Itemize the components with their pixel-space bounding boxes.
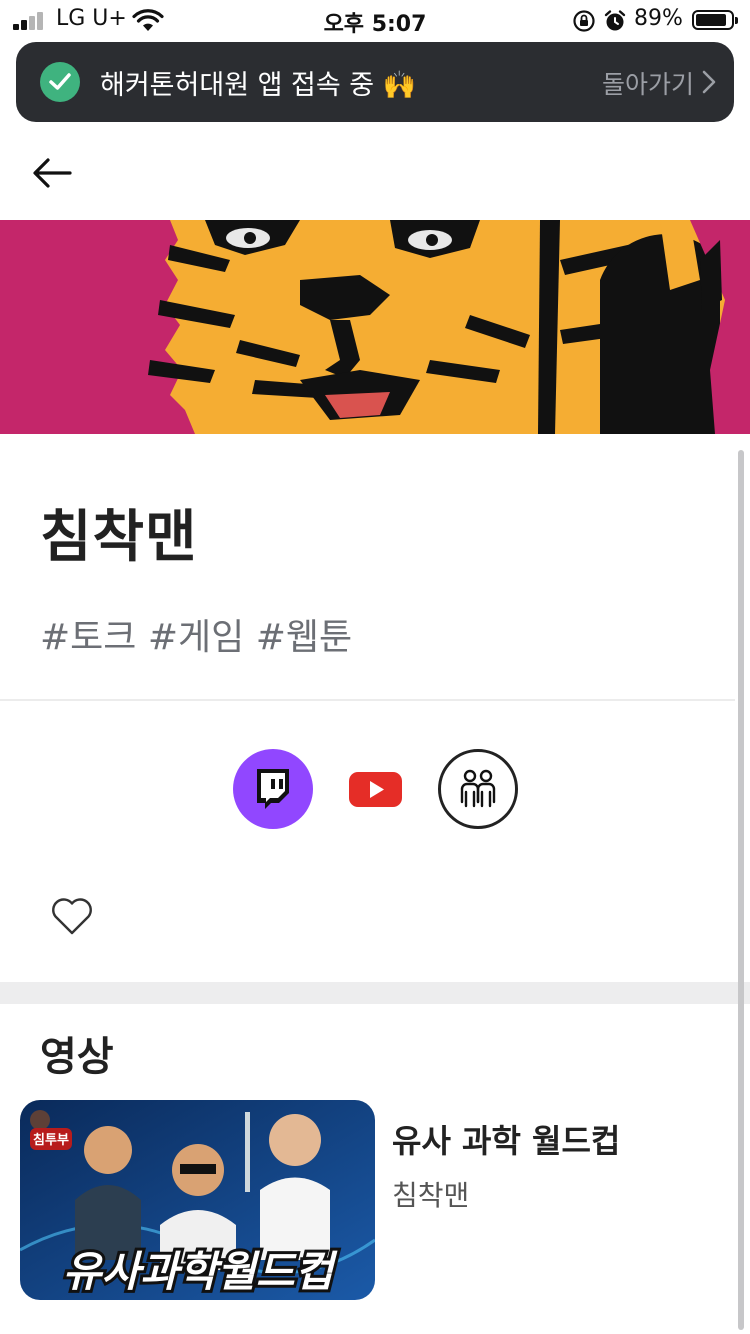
section-separator — [0, 982, 750, 1004]
profile-banner-image — [0, 220, 750, 434]
twitch-icon — [257, 769, 289, 809]
alarm-icon — [604, 10, 626, 31]
app-connection-banner[interactable]: 해커톤허대원 앱 접속 중 🙌 돌아가기 — [16, 42, 734, 122]
back-arrow-icon[interactable] — [28, 150, 76, 198]
battery-icon — [692, 10, 738, 30]
community-icon — [460, 769, 496, 808]
heart-icon[interactable] — [50, 895, 94, 937]
status-bar: LG U+ 오후 5:07 89% — [0, 0, 750, 40]
check-icon — [40, 62, 80, 102]
thumbnail-title-text: 유사과학월드컵 — [63, 1247, 338, 1296]
divider — [0, 699, 735, 701]
channel-name: 침착맨 — [40, 505, 198, 570]
battery-percent: 89% — [634, 6, 683, 31]
videos-section-title: 영상 — [40, 1034, 114, 1080]
rotation-lock-icon — [573, 10, 595, 32]
video-title[interactable]: 유사 과학 월드컵 — [392, 1116, 620, 1162]
svg-text:침투부: 침투부 — [33, 1132, 69, 1148]
twitch-link[interactable] — [233, 749, 313, 829]
community-link[interactable] — [438, 749, 518, 829]
social-links — [0, 749, 735, 829]
youtube-link[interactable] — [336, 749, 416, 829]
return-button[interactable]: 돌아가기 — [602, 65, 694, 101]
banner-message: 해커톤허대원 앱 접속 중 🙌 — [100, 70, 417, 101]
video-channel: 침착맨 — [392, 1179, 470, 1212]
video-thumbnail[interactable]: 침투부 유사과학월드컵 — [20, 1100, 375, 1300]
youtube-icon — [349, 772, 402, 807]
channel-tags: #토크 #게임 #웹툰 — [40, 617, 353, 658]
chevron-right-icon — [702, 70, 716, 94]
scrollbar[interactable] — [738, 450, 744, 1330]
video-item[interactable]: 침투부 유사과학월드컵 유사 과학 월드컵 침착맨 — [20, 1100, 735, 1300]
